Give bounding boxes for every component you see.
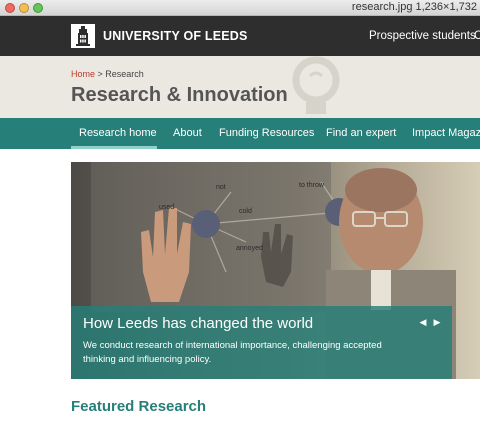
university-logo-icon[interactable]	[71, 24, 95, 48]
minimize-window-button[interactable]	[19, 3, 29, 13]
diagram-word: to throw	[299, 182, 324, 189]
site-header: UNIVERSITY OF LEEDS Prospective students…	[0, 16, 480, 56]
nav-item-impact-magazine[interactable]: Impact Magazine	[412, 127, 480, 139]
page-title: Research & Innovation	[71, 84, 288, 106]
nav-active-indicator	[71, 146, 157, 149]
diagram-word: cold	[239, 208, 252, 215]
zoom-window-button[interactable]	[33, 3, 43, 13]
hero-description: We conduct research of international imp…	[83, 340, 382, 365]
main-nav: Research home About Funding Resources Fi…	[0, 118, 480, 149]
triangle-left-icon[interactable]: ◀	[418, 317, 428, 327]
university-name[interactable]: UNIVERSITY OF LEEDS	[103, 29, 248, 43]
diagram-word: used	[159, 204, 175, 211]
triangle-right-icon[interactable]: ▶	[432, 317, 442, 327]
hero-headline[interactable]: How Leeds has changed the world	[83, 315, 313, 332]
prospective-students-link[interactable]: Prospective students	[369, 30, 476, 42]
breadcrumb-home-link[interactable]: Home	[71, 69, 95, 79]
nav-item-funding-resources[interactable]: Funding Resources	[219, 127, 314, 139]
nav-item-find-an-expert[interactable]: Find an expert	[326, 127, 396, 139]
breadcrumb: Home > Research	[71, 69, 144, 79]
window-title-bar: research.jpg 1,236×1,732	[0, 0, 480, 16]
nav-item-about[interactable]: About	[173, 127, 202, 139]
hero-caption: How Leeds has changed the world We condu…	[71, 306, 452, 379]
breadcrumb-separator: >	[95, 69, 106, 79]
breadcrumb-current: Research	[105, 69, 144, 79]
header-link-truncated[interactable]: C	[474, 30, 480, 42]
diagram-word: not	[216, 184, 226, 191]
diagram-word: annoyed	[236, 245, 263, 252]
hero-banner[interactable]: not to throw cold annoyed used How Leeds…	[71, 162, 480, 379]
nav-item-research-home[interactable]: Research home	[79, 127, 157, 139]
featured-research-heading: Featured Research	[71, 398, 207, 415]
page-title-band: Home > Research Research & Innovation	[0, 56, 480, 118]
window-title: research.jpg 1,236×1,732	[351, 1, 477, 13]
lightbulb-icon	[292, 56, 340, 114]
close-window-button[interactable]	[5, 3, 15, 13]
